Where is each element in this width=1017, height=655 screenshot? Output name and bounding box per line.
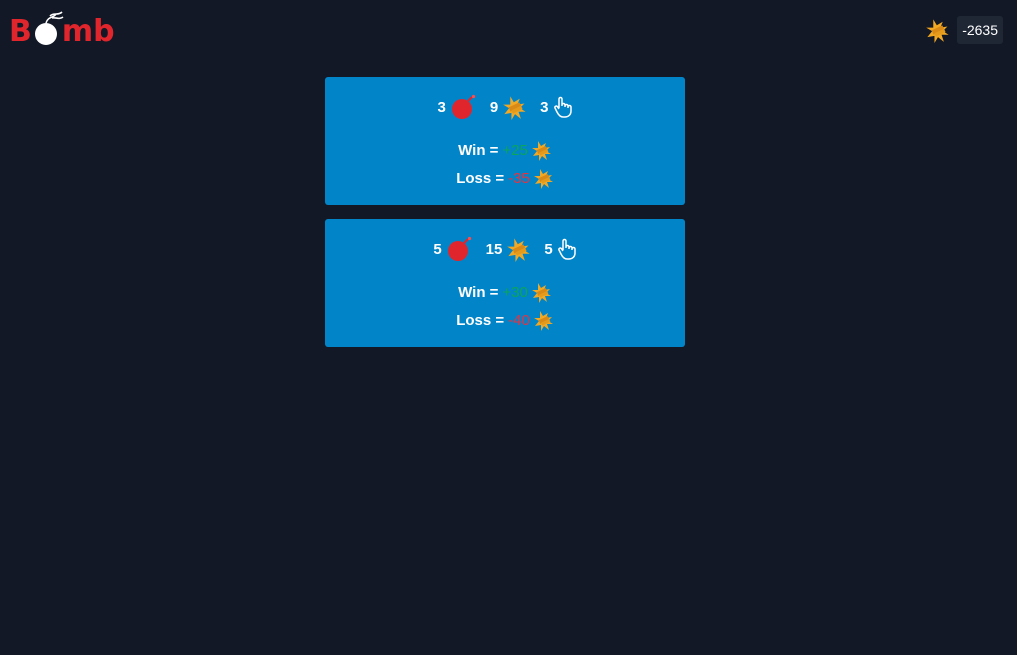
gold-count: 15 bbox=[485, 240, 503, 258]
gold-bars-icon bbox=[503, 96, 526, 120]
card-stats: 5 15 5 bbox=[325, 235, 685, 263]
card-stats: 3 9 3 bbox=[325, 93, 685, 121]
clicks-count: 3 bbox=[540, 98, 549, 116]
loss-label: Loss = bbox=[456, 311, 505, 329]
gold-bars-icon bbox=[531, 283, 551, 303]
win-value: +25 bbox=[502, 141, 528, 159]
gold-count: 9 bbox=[489, 98, 499, 116]
gold-bars-icon bbox=[507, 238, 530, 262]
loss-value: -40 bbox=[508, 311, 530, 329]
game-option-card[interactable]: 5 15 5 Win = +30 Loss = -40 bbox=[325, 219, 685, 347]
logo-letters-mb: mb bbox=[61, 14, 115, 49]
gold-bars-icon bbox=[533, 169, 553, 189]
logo-letter-b: B bbox=[9, 14, 32, 49]
win-label: Win = bbox=[458, 141, 499, 159]
gold-stat: 9 bbox=[490, 94, 528, 120]
bombs-count: 3 bbox=[437, 98, 446, 116]
loss-line: Loss = -40 bbox=[325, 309, 685, 331]
logo-bomb-o-icon bbox=[32, 11, 64, 50]
win-line: Win = +30 bbox=[325, 281, 685, 303]
game-option-card[interactable]: 3 9 3 Win = +25 Loss = -35 bbox=[325, 77, 685, 205]
top-bar: B mb -2635 bbox=[0, 0, 1017, 64]
gold-stat: 15 bbox=[486, 236, 533, 262]
win-value: +30 bbox=[502, 283, 528, 301]
bombs-count: 5 bbox=[433, 240, 442, 258]
win-line: Win = +25 bbox=[325, 139, 685, 161]
gold-bars-icon bbox=[531, 141, 551, 161]
bomb-icon bbox=[447, 236, 471, 261]
clicks-stat: 5 bbox=[544, 238, 576, 260]
gold-bars-icon bbox=[926, 19, 949, 43]
bomb-logo[interactable]: B mb bbox=[9, 10, 115, 50]
bombs-stat: 5 bbox=[433, 236, 473, 262]
win-label: Win = bbox=[458, 283, 499, 301]
bombs-stat: 3 bbox=[437, 94, 477, 120]
balance-widget: -2635 bbox=[925, 16, 1003, 44]
loss-line: Loss = -35 bbox=[325, 167, 685, 189]
clicks-count: 5 bbox=[544, 240, 553, 258]
gold-bars-icon bbox=[533, 311, 553, 331]
bomb-icon bbox=[451, 94, 475, 119]
loss-label: Loss = bbox=[456, 169, 505, 187]
hand-pointer-icon bbox=[553, 96, 572, 118]
loss-value: -35 bbox=[508, 169, 530, 187]
balance-value: -2635 bbox=[957, 16, 1003, 44]
hand-pointer-icon bbox=[557, 238, 576, 260]
clicks-stat: 3 bbox=[540, 96, 572, 118]
